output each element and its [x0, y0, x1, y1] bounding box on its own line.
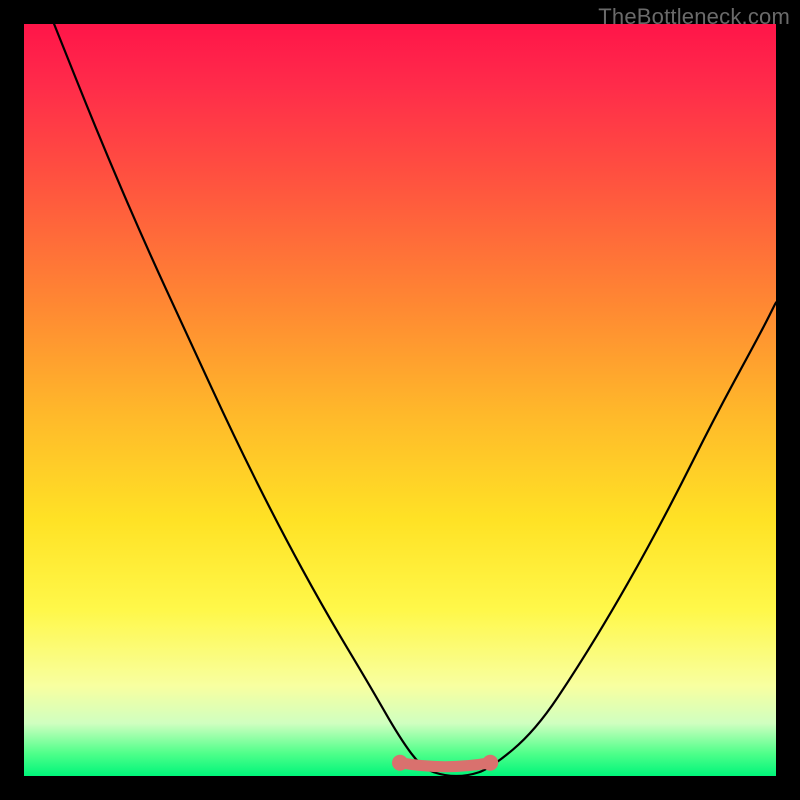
flat-segment-dot-left	[392, 755, 408, 771]
watermark-text: TheBottleneck.com	[598, 4, 790, 30]
curve-layer	[24, 24, 776, 776]
bottleneck-curve	[54, 24, 776, 776]
plot-area	[24, 24, 776, 776]
flat-segment-dot-right	[482, 755, 498, 771]
chart-frame: TheBottleneck.com	[0, 0, 800, 800]
flat-segment	[400, 763, 490, 767]
